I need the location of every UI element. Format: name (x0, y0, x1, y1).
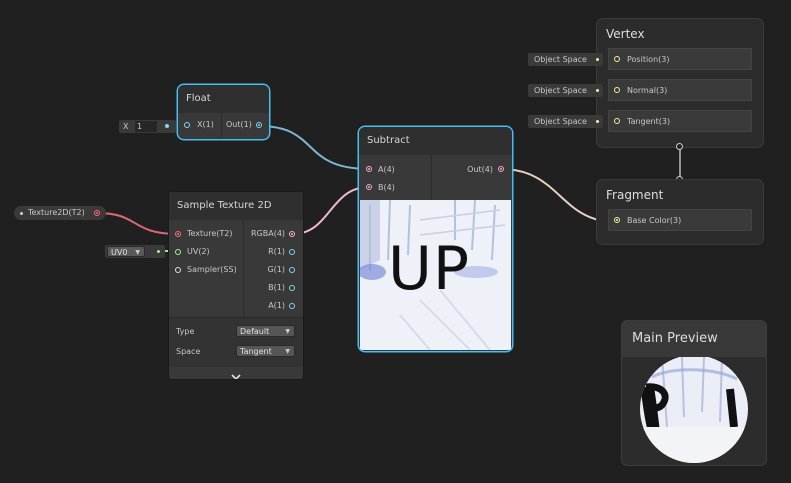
position-port[interactable] (614, 56, 620, 62)
subtract-b-label: B(4) (378, 183, 395, 192)
vertex-slot-normal[interactable]: Normal(3) (608, 79, 752, 101)
texture-property-label: Texture2D(T2) (28, 208, 85, 217)
main-preview-panel[interactable]: Main Preview (622, 321, 766, 465)
a-output-label: A(1) (268, 301, 285, 310)
sample-texture-node[interactable]: Sample Texture 2D Texture(T2) UV(2) Samp… (169, 192, 303, 379)
main-preview-title: Main Preview (632, 331, 718, 346)
space-dropdown-value: Tangent (240, 347, 272, 356)
subtract-node[interactable]: Subtract A(4) B(4) Out(4) UP (359, 127, 512, 351)
position-space-connector (596, 58, 599, 61)
sample-texture-title[interactable]: Sample Texture 2D (169, 192, 303, 220)
fragment-block[interactable]: Fragment Base Color(3) (597, 180, 763, 244)
space-dropdown[interactable]: Tangent ▼ (236, 345, 295, 357)
float-input-label: X(1) (197, 120, 214, 129)
wire-float-to-subtract-a[interactable] (258, 125, 370, 170)
texture-input-label: Texture(T2) (187, 229, 233, 238)
normal-port[interactable] (614, 87, 620, 93)
float-x-field[interactable]: X 1 (119, 120, 176, 133)
subtract-a-label: A(4) (378, 165, 395, 174)
r-output-label: R(1) (268, 247, 285, 256)
g-output-port[interactable] (289, 267, 295, 273)
type-dropdown-value: Default (240, 327, 270, 336)
uv-dropdown[interactable]: UV0 ▼ (107, 246, 145, 257)
wire-rgba-to-subtract-b[interactable] (292, 186, 370, 235)
float-x-value[interactable]: 1 (135, 121, 157, 132)
sampler-input-label: Sampler(SS) (187, 265, 237, 274)
main-preview-header[interactable]: Main Preview (622, 321, 766, 357)
sample-texture-divider (243, 220, 244, 317)
preview-sphere-image (640, 357, 748, 463)
float-x-axis-label: X (123, 122, 129, 131)
normal-space-field[interactable]: Object Space (528, 84, 603, 97)
sample-texture-settings: Type Default ▼ Space Tangent ▼ (169, 317, 303, 368)
type-label: Type (176, 327, 195, 336)
position-space-value: Object Space (534, 55, 587, 64)
tangent-label: Tangent(3) (627, 117, 671, 126)
space-label: Space (176, 347, 201, 356)
normal-space-connector (596, 89, 599, 92)
sampler-input-port[interactable] (175, 267, 181, 273)
subtract-b-input-port[interactable] (366, 184, 372, 190)
base-color-port[interactable] (614, 217, 620, 223)
collapse-toggle[interactable] (169, 367, 303, 379)
float-divider (221, 113, 222, 139)
vertex-title: Vertex (606, 27, 645, 41)
b-output-port[interactable] (289, 285, 295, 291)
texture-input-port[interactable] (175, 231, 181, 237)
vertex-slot-position[interactable]: Position(3) (608, 48, 752, 70)
float-field-connector (165, 124, 169, 128)
a-output-port[interactable] (289, 303, 295, 309)
uv-input-port[interactable] (175, 249, 181, 255)
chevron-down-icon (231, 374, 241, 379)
uv-dropdown-value: UV0 (111, 248, 128, 257)
tangent-space-value: Object Space (534, 117, 587, 126)
vertex-block[interactable]: Vertex Position(3) Normal(3) Tangent(3) (597, 19, 763, 147)
uv-field-connector (157, 250, 160, 253)
type-dropdown-caret-icon: ▼ (285, 328, 290, 335)
subtract-divider (431, 155, 432, 200)
preview-up-text: UP (388, 234, 471, 304)
subtract-out-label: Out(4) (467, 165, 493, 174)
b-output-label: B(1) (268, 283, 285, 292)
float-input-port[interactable] (184, 122, 190, 128)
float-node-title[interactable]: Float (178, 85, 269, 113)
tangent-port[interactable] (614, 118, 620, 124)
subtract-preview: UP (360, 200, 511, 350)
subtract-title[interactable]: Subtract (359, 127, 512, 155)
uv-input-label: UV(2) (187, 247, 210, 256)
wire-texture-to-sample[interactable] (96, 212, 179, 235)
normal-label: Normal(3) (627, 86, 668, 95)
g-output-label: G(1) (267, 265, 285, 274)
fragment-title: Fragment (606, 188, 664, 202)
texture-property-output-port[interactable] (94, 210, 100, 216)
uv-dropdown-caret-icon: ▼ (135, 249, 140, 256)
tangent-space-connector (596, 120, 599, 123)
fragment-slot-base-color[interactable]: Base Color(3) (608, 209, 752, 231)
r-output-port[interactable] (289, 249, 295, 255)
texture-property-dot (20, 212, 23, 215)
rgba-output-port[interactable] (289, 231, 295, 237)
type-dropdown[interactable]: Default ▼ (236, 325, 295, 337)
texture-property-node[interactable]: Texture2D(T2) (14, 206, 106, 220)
space-dropdown-caret-icon: ▼ (285, 348, 290, 355)
subtract-a-input-port[interactable] (366, 166, 372, 172)
base-color-label: Base Color(3) (627, 216, 682, 225)
position-label: Position(3) (627, 55, 670, 64)
float-output-port[interactable] (256, 122, 262, 128)
tangent-space-field[interactable]: Object Space (528, 115, 603, 128)
float-node[interactable]: Float X(1) Out(1) (178, 85, 269, 139)
vertex-slot-tangent[interactable]: Tangent(3) (608, 110, 752, 132)
uv-field[interactable]: UV0 ▼ (105, 245, 165, 258)
normal-space-value: Object Space (534, 86, 587, 95)
rgba-output-label: RGBA(4) (251, 229, 286, 238)
subtract-out-port[interactable] (498, 166, 504, 172)
vertex-link-dot (676, 143, 683, 150)
position-space-field[interactable]: Object Space (528, 53, 603, 66)
float-output-label: Out(1) (226, 120, 252, 129)
